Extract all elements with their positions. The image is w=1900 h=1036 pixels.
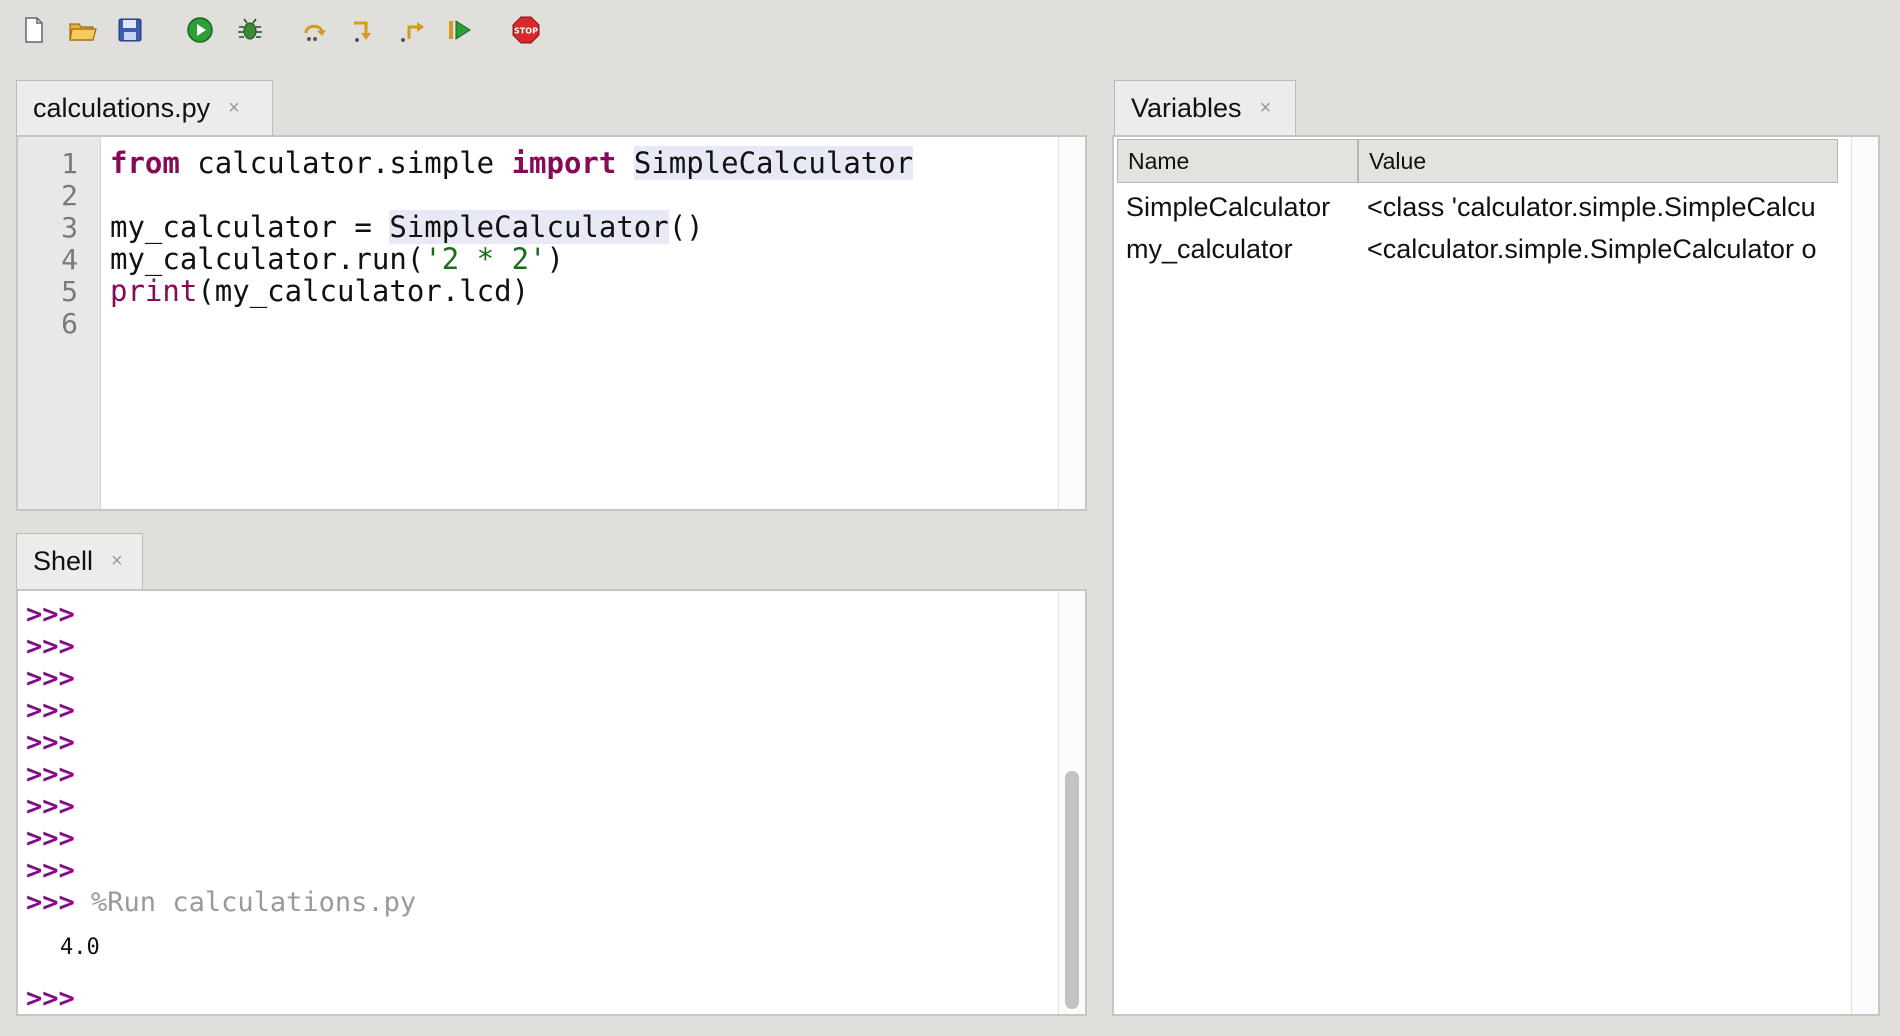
shell-prompt: >>> [26,759,75,790]
scrollbar-thumb[interactable] [1065,771,1079,1009]
shell-command-line: >>> %Run calculations.py [26,887,416,918]
shell-prompt: >>> [26,855,75,886]
shell-prompt: >>> [26,599,75,630]
line-number-gutter: 1 2 3 4 5 6 [18,137,101,509]
variable-row[interactable]: SimpleCalculator <class 'calculator.simp… [1114,189,1854,229]
variable-row[interactable]: my_calculator <calculator.simple.SimpleC… [1114,231,1854,271]
toolbar: STOP [0,0,1900,60]
code-line-1: from calculator.simple import SimpleCalc… [110,146,914,180]
shell-prompt: >>> [26,823,75,854]
variable-name: SimpleCalculator [1126,192,1331,222]
run-call: my_calculator.run( [110,242,425,276]
code-line-5: print(my_calculator.lcd) [110,274,529,308]
variables-panel: Name Value SimpleCalculator <class 'calc… [1112,135,1880,1016]
line-number: 4 [61,243,78,276]
close-icon[interactable]: × [111,550,123,573]
line-number: 5 [61,275,78,308]
open-folder-icon[interactable] [64,12,100,48]
stop-icon[interactable]: STOP [508,12,544,48]
code-line-3: my_calculator = SimpleCalculator() [110,210,704,244]
shell-prompt: >>> [26,695,75,726]
step-out-icon[interactable] [394,12,430,48]
code-editor[interactable]: 1 2 3 4 5 6 from calculator.simple impor… [16,135,1087,511]
shell-prompt: >>> [26,663,75,694]
keyword-from: from [110,146,180,180]
print-args: (my_calculator.lcd) [197,274,530,308]
shell-console[interactable]: >>> >>> >>> >>> >>> >>> >>> >>> >>> >>> … [16,589,1087,1016]
variables-scrollbar[interactable] [1851,137,1878,1014]
tab-variables[interactable]: Variables × [1114,80,1296,136]
shell-prompt: >>> [26,791,75,822]
tab-label: Shell [33,546,94,576]
column-header-name[interactable]: Name [1117,139,1358,183]
tab-shell[interactable]: Shell × [16,533,143,589]
shell-output: 4.0 [60,935,100,960]
debug-icon[interactable] [232,12,268,48]
close-icon[interactable]: × [1260,97,1272,120]
shell-prompt: >>> [26,983,75,1014]
step-into-icon[interactable] [346,12,382,48]
variable-value: <calculator.simple.SimpleCalculator o [1367,234,1817,264]
new-file-icon[interactable] [16,12,52,48]
call-parens: () [668,210,704,244]
tab-calculations-py[interactable]: calculations.py × [16,80,273,136]
shell-command: %Run calculations.py [74,887,417,918]
tab-label: calculations.py [33,93,211,123]
module-name: calculator.simple [179,146,512,180]
svg-text:STOP: STOP [514,27,538,36]
save-icon[interactable] [112,12,148,48]
shell-prompt: >>> [26,631,75,662]
close-icon[interactable]: × [228,97,240,120]
code-line-4: my_calculator.run('2 * 2') [110,242,564,276]
shell-prompt: >>> [26,887,75,918]
column-header-value[interactable]: Value [1358,139,1838,183]
string-literal: '2 * 2' [424,242,547,276]
line-number: 3 [61,211,78,244]
step-over-icon[interactable] [298,12,334,48]
line-number: 6 [61,307,78,340]
line-number: 1 [61,147,78,180]
line-number: 2 [61,179,78,212]
run-icon[interactable] [182,12,218,48]
assign-var: my_calculator = [110,210,390,244]
builtin-print: print [110,274,198,308]
shell-scrollbar[interactable] [1058,591,1085,1014]
shell-prompt: >>> [26,727,75,758]
variable-value: <class 'calculator.simple.SimpleCalcu [1367,192,1816,222]
tab-label: Variables [1131,93,1242,123]
keyword-import: import [511,146,617,180]
variable-name: my_calculator [1126,234,1293,264]
class-name-highlight: SimpleCalculator [633,146,914,180]
class-call-highlight: SimpleCalculator [389,210,669,244]
resume-icon[interactable] [442,12,478,48]
editor-scrollbar[interactable] [1058,137,1085,509]
close-paren: ) [546,242,564,276]
